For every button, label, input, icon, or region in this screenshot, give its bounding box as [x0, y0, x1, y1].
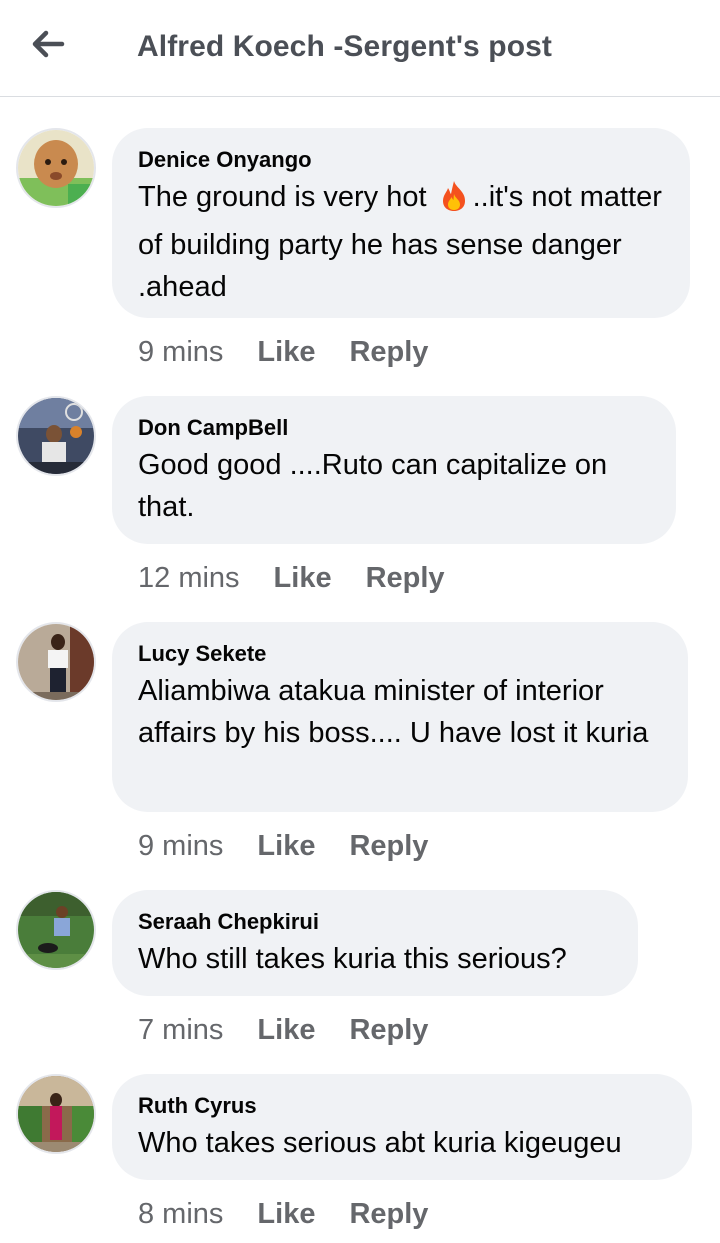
comment-actions: 8 mins Like Reply: [138, 1196, 428, 1232]
avatar[interactable]: [16, 622, 96, 702]
comment-timestamp[interactable]: 12 mins: [138, 562, 240, 594]
back-button[interactable]: [26, 24, 70, 64]
comment-text: The ground is very hot ..it's not matter…: [138, 176, 664, 308]
comment-text: Who takes serious abt kuria kigeugeu: [138, 1127, 622, 1159]
like-button[interactable]: Like: [257, 1014, 315, 1046]
fire-emoji: [439, 180, 469, 224]
comment-timestamp[interactable]: 8 mins: [138, 1198, 223, 1230]
avatar-photo: [18, 892, 94, 968]
comment-author[interactable]: Don CampBell: [138, 414, 650, 442]
comment-author[interactable]: Denice Onyango: [138, 146, 664, 174]
avatar[interactable]: [16, 128, 96, 208]
comment-text: Good good ....Ruto can capitalize on tha…: [138, 449, 608, 523]
avatar[interactable]: [16, 396, 96, 476]
comment-author[interactable]: Seraah Chepkirui: [138, 908, 612, 936]
avatar-photo: [18, 1076, 94, 1152]
comment-text-part: The ground is very hot: [138, 181, 427, 213]
like-button[interactable]: Like: [274, 562, 332, 594]
reply-button[interactable]: Reply: [366, 562, 445, 594]
comment-timestamp[interactable]: 9 mins: [138, 336, 223, 368]
comment-text: Who still takes kuria this serious?: [138, 943, 567, 975]
comment-bubble: Ruth Cyrus Who takes serious abt kuria k…: [112, 1074, 692, 1180]
avatar[interactable]: [16, 1074, 96, 1154]
page-title: Alfred Koech -Sergent's post: [137, 30, 552, 63]
comment-bubble: Seraah Chepkirui Who still takes kuria t…: [112, 890, 638, 996]
comment-text: Aliambiwa atakua minister of interior af…: [138, 675, 649, 749]
comment-timestamp[interactable]: 7 mins: [138, 1014, 223, 1046]
reply-button[interactable]: Reply: [349, 830, 428, 862]
comment-actions: 9 mins Like Reply: [138, 828, 428, 864]
avatar-photo: [18, 624, 94, 700]
comment-timestamp[interactable]: 9 mins: [138, 830, 223, 862]
reply-button[interactable]: Reply: [349, 1014, 428, 1046]
comment-bubble: Lucy Sekete Aliambiwa atakua minister of…: [112, 622, 688, 812]
comment-actions: 9 mins Like Reply: [138, 334, 428, 370]
comment-bubble: Denice Onyango The ground is very hot ..…: [112, 128, 690, 318]
reply-button[interactable]: Reply: [349, 1198, 428, 1230]
avatar[interactable]: [16, 890, 96, 970]
top-bar: Alfred Koech -Sergent's post: [0, 0, 720, 97]
comment-author[interactable]: Lucy Sekete: [138, 640, 662, 668]
comment-bubble: Don CampBell Good good ....Ruto can capi…: [112, 396, 676, 544]
comment-actions: 7 mins Like Reply: [138, 1012, 428, 1048]
like-button[interactable]: Like: [257, 1198, 315, 1230]
comment-actions: 12 mins Like Reply: [138, 560, 445, 596]
avatar-photo: [18, 130, 94, 206]
like-button[interactable]: Like: [257, 830, 315, 862]
comment-author[interactable]: Ruth Cyrus: [138, 1092, 666, 1120]
reply-button[interactable]: Reply: [349, 336, 428, 368]
avatar-photo: [18, 398, 94, 474]
arrow-left-icon: [32, 30, 65, 58]
like-button[interactable]: Like: [257, 336, 315, 368]
